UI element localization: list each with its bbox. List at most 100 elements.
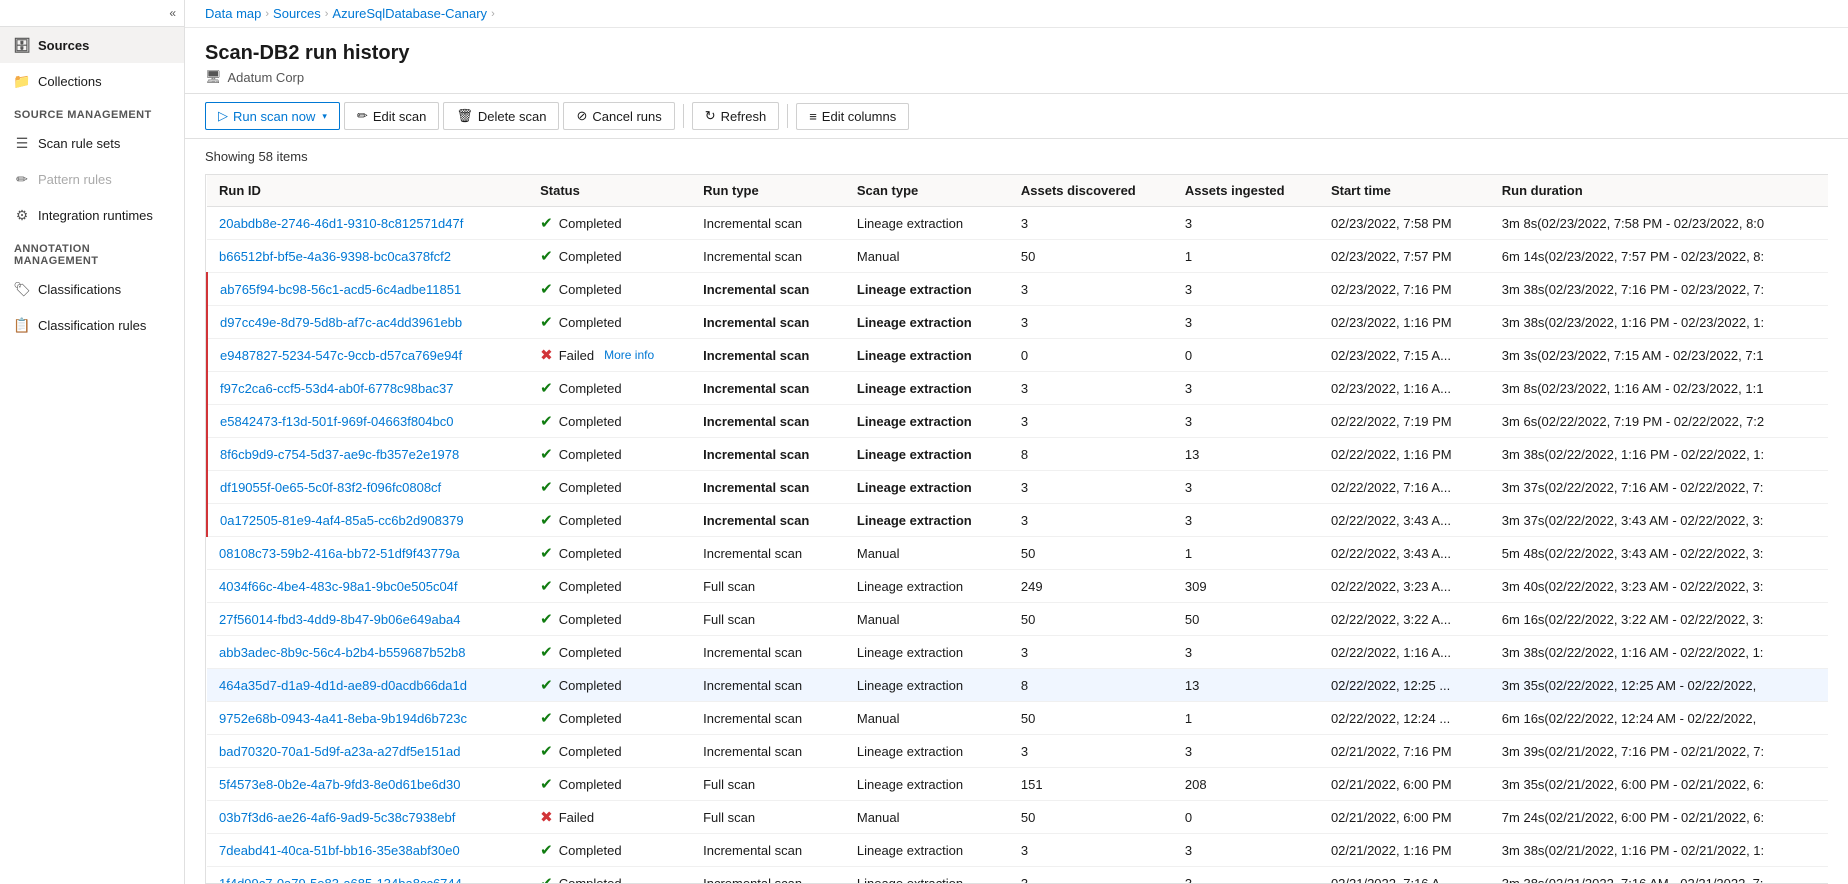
table-row[interactable]: 08108c73-59b2-416a-bb72-51df9f43779a✔Com… xyxy=(207,537,1828,570)
table-row[interactable]: 20abdb8e-2746-46d1-9310-8c812571d47f✔Com… xyxy=(207,207,1828,240)
run-id-link[interactable]: 8f6cb9d9-c754-5d37-ae9c-fb357e2e1978 xyxy=(220,447,459,462)
cell-run-id[interactable]: bad70320-70a1-5d9f-a23a-a27df5e151ad xyxy=(207,735,528,768)
cell-run-id[interactable]: b66512bf-bf5e-4a36-9398-bc0ca378fcf2 xyxy=(207,240,528,273)
cell-run-id[interactable]: 1f4d99c7-0a79-5e83-a685-134ba8cc6744 xyxy=(207,867,528,884)
table-row[interactable]: f97c2ca6-ccf5-53d4-ab0f-6778c98bac37✔Com… xyxy=(207,372,1828,405)
cell-run-type: Full scan xyxy=(691,768,845,801)
table-row[interactable]: b66512bf-bf5e-4a36-9398-bc0ca378fcf2✔Com… xyxy=(207,240,1828,273)
cancel-runs-button[interactable]: ⊘ Cancel runs xyxy=(563,102,674,130)
run-id-link[interactable]: e9487827-5234-547c-9ccb-d57ca769e94f xyxy=(220,348,462,363)
sidebar-item-collections[interactable]: 📁 Collections xyxy=(0,63,184,99)
sidebar-item-scan-rule-sets[interactable]: ☰ Scan rule sets xyxy=(0,125,184,161)
table-row[interactable]: 8f6cb9d9-c754-5d37-ae9c-fb357e2e1978✔Com… xyxy=(207,438,1828,471)
run-id-link[interactable]: 03b7f3d6-ae26-4af6-9ad9-5c38c7938ebf xyxy=(219,810,455,825)
cell-run-id[interactable]: 03b7f3d6-ae26-4af6-9ad9-5c38c7938ebf xyxy=(207,801,528,834)
sidebar-item-classifications[interactable]: 🏷 Classifications xyxy=(0,271,184,307)
col-scan-type: Scan type xyxy=(845,175,1009,207)
cell-run-duration: 3m 38s(02/22/2022, 1:16 PM - 02/22/2022,… xyxy=(1490,438,1828,471)
run-id-link[interactable]: e5842473-f13d-501f-969f-04663f804bc0 xyxy=(220,414,453,429)
cell-run-id[interactable]: 4034f66c-4be4-483c-98a1-9bc0e505c04f xyxy=(207,570,528,603)
run-id-link[interactable]: abb3adec-8b9c-56c4-b2b4-b559687b52b8 xyxy=(219,645,466,660)
cell-run-id[interactable]: 464a35d7-d1a9-4d1d-ae89-d0acdb66da1d xyxy=(207,669,528,702)
table-row[interactable]: 1f4d99c7-0a79-5e83-a685-134ba8cc6744✔Com… xyxy=(207,867,1828,884)
table-row[interactable]: ab765f94-bc98-56c1-acd5-6c4adbe11851✔Com… xyxy=(207,273,1828,306)
cell-run-id[interactable]: 0a172505-81e9-4af4-85a5-cc6b2d908379 xyxy=(207,504,528,537)
cell-run-id[interactable]: abb3adec-8b9c-56c4-b2b4-b559687b52b8 xyxy=(207,636,528,669)
run-id-link[interactable]: ab765f94-bc98-56c1-acd5-6c4adbe11851 xyxy=(220,282,461,297)
run-id-link[interactable]: 08108c73-59b2-416a-bb72-51df9f43779a xyxy=(219,546,460,561)
cell-assets-ingested: 3 xyxy=(1173,405,1319,438)
run-id-link[interactable]: 9752e68b-0943-4a41-8eba-9b194d6b723c xyxy=(219,711,467,726)
sidebar-item-integration-runtimes[interactable]: ⚙ Integration runtimes xyxy=(0,197,184,233)
cell-run-id[interactable]: 5f4573e8-0b2e-4a7b-9fd3-8e0d61be6d30 xyxy=(207,768,528,801)
sidebar-item-classification-rules[interactable]: 📋 Classification rules xyxy=(0,307,184,343)
cell-run-type: Incremental scan xyxy=(691,504,845,537)
table-row[interactable]: abb3adec-8b9c-56c4-b2b4-b559687b52b8✔Com… xyxy=(207,636,1828,669)
table-row[interactable]: 5f4573e8-0b2e-4a7b-9fd3-8e0d61be6d30✔Com… xyxy=(207,768,1828,801)
table-row[interactable]: 27f56014-fbd3-4dd9-8b47-9b06e649aba4✔Com… xyxy=(207,603,1828,636)
cell-run-type: Incremental scan xyxy=(691,306,845,339)
cell-assets-discovered: 3 xyxy=(1009,867,1173,884)
run-id-link[interactable]: d97cc49e-8d79-5d8b-af7c-ac4dd3961ebb xyxy=(220,315,462,330)
cell-run-id[interactable]: 27f56014-fbd3-4dd9-8b47-9b06e649aba4 xyxy=(207,603,528,636)
status-text: Completed xyxy=(559,513,622,528)
sidebar-item-pattern-rules[interactable]: ✏ Pattern rules xyxy=(0,161,184,197)
table-row[interactable]: d97cc49e-8d79-5d8b-af7c-ac4dd3961ebb✔Com… xyxy=(207,306,1828,339)
sidebar-item-sources[interactable]: 🗄 Sources xyxy=(0,27,184,63)
cell-run-id[interactable]: e9487827-5234-547c-9ccb-d57ca769e94f xyxy=(207,339,528,372)
run-id-link[interactable]: 1f4d99c7-0a79-5e83-a685-134ba8cc6744 xyxy=(219,876,462,884)
cell-run-id[interactable]: e5842473-f13d-501f-969f-04663f804bc0 xyxy=(207,405,528,438)
run-scan-button[interactable]: ▷ Run scan now ▾ xyxy=(205,102,340,130)
run-id-link[interactable]: 4034f66c-4be4-483c-98a1-9bc0e505c04f xyxy=(219,579,458,594)
cell-run-id[interactable]: d97cc49e-8d79-5d8b-af7c-ac4dd3961ebb xyxy=(207,306,528,339)
status-ok-icon: ✔ xyxy=(540,214,553,232)
edit-columns-button[interactable]: ≡ Edit columns xyxy=(796,103,909,130)
status-text: Completed xyxy=(559,282,622,297)
table-container[interactable]: Run ID Status Run type Scan type Assets … xyxy=(205,174,1828,884)
cell-run-id[interactable]: f97c2ca6-ccf5-53d4-ab0f-6778c98bac37 xyxy=(207,372,528,405)
run-id-link[interactable]: bad70320-70a1-5d9f-a23a-a27df5e151ad xyxy=(219,744,460,759)
cell-assets-discovered: 3 xyxy=(1009,372,1173,405)
cell-start-time: 02/23/2022, 7:16 PM xyxy=(1319,273,1490,306)
cell-status: ✔Completed xyxy=(528,504,691,537)
sidebar-item-label: Sources xyxy=(38,38,89,53)
table-row[interactable]: df19055f-0e65-5c0f-83f2-f096fc0808cf✔Com… xyxy=(207,471,1828,504)
cell-run-id[interactable]: 7deabd41-40ca-51bf-bb16-35e38abf30e0 xyxy=(207,834,528,867)
delete-scan-label: Delete scan xyxy=(478,109,547,124)
run-id-link[interactable]: df19055f-0e65-5c0f-83f2-f096fc0808cf xyxy=(220,480,441,495)
cell-run-id[interactable]: 20abdb8e-2746-46d1-9310-8c812571d47f xyxy=(207,207,528,240)
cell-scan-type: Lineage extraction xyxy=(845,570,1009,603)
table-row[interactable]: 4034f66c-4be4-483c-98a1-9bc0e505c04f✔Com… xyxy=(207,570,1828,603)
sidebar-collapse-button[interactable]: « xyxy=(0,0,184,27)
run-id-link[interactable]: 0a172505-81e9-4af4-85a5-cc6b2d908379 xyxy=(220,513,464,528)
run-id-link[interactable]: 464a35d7-d1a9-4d1d-ae89-d0acdb66da1d xyxy=(219,678,467,693)
run-id-link[interactable]: b66512bf-bf5e-4a36-9398-bc0ca378fcf2 xyxy=(219,249,451,264)
items-count: Showing 58 items xyxy=(205,149,1828,164)
more-info-link[interactable]: More info xyxy=(604,348,654,362)
refresh-button[interactable]: ↻ Refresh xyxy=(692,102,779,130)
cell-run-id[interactable]: df19055f-0e65-5c0f-83f2-f096fc0808cf xyxy=(207,471,528,504)
breadcrumb-datamap[interactable]: Data map xyxy=(205,6,261,21)
run-id-link[interactable]: f97c2ca6-ccf5-53d4-ab0f-6778c98bac37 xyxy=(220,381,453,396)
breadcrumb-database[interactable]: AzureSqlDatabase-Canary xyxy=(332,6,487,21)
table-row[interactable]: bad70320-70a1-5d9f-a23a-a27df5e151ad✔Com… xyxy=(207,735,1828,768)
cell-run-id[interactable]: 08108c73-59b2-416a-bb72-51df9f43779a xyxy=(207,537,528,570)
cell-run-id[interactable]: 8f6cb9d9-c754-5d37-ae9c-fb357e2e1978 xyxy=(207,438,528,471)
edit-scan-icon: ✏ xyxy=(357,108,368,124)
table-row[interactable]: 464a35d7-d1a9-4d1d-ae89-d0acdb66da1d✔Com… xyxy=(207,669,1828,702)
run-id-link[interactable]: 20abdb8e-2746-46d1-9310-8c812571d47f xyxy=(219,216,463,231)
delete-scan-button[interactable]: 🗑 Delete scan xyxy=(443,102,559,130)
run-id-link[interactable]: 27f56014-fbd3-4dd9-8b47-9b06e649aba4 xyxy=(219,612,460,627)
table-row[interactable]: 7deabd41-40ca-51bf-bb16-35e38abf30e0✔Com… xyxy=(207,834,1828,867)
run-id-link[interactable]: 7deabd41-40ca-51bf-bb16-35e38abf30e0 xyxy=(219,843,460,858)
edit-scan-button[interactable]: ✏ Edit scan xyxy=(344,102,439,130)
run-id-link[interactable]: 5f4573e8-0b2e-4a7b-9fd3-8e0d61be6d30 xyxy=(219,777,460,792)
breadcrumb-sources[interactable]: Sources xyxy=(273,6,321,21)
table-row[interactable]: 0a172505-81e9-4af4-85a5-cc6b2d908379 ✔Com… xyxy=(207,504,1828,537)
table-row[interactable]: e5842473-f13d-501f-969f-04663f804bc0✔Com… xyxy=(207,405,1828,438)
cell-run-id[interactable]: ab765f94-bc98-56c1-acd5-6c4adbe11851 xyxy=(207,273,528,306)
table-row[interactable]: e9487827-5234-547c-9ccb-d57ca769e94f✖Fai… xyxy=(207,339,1828,372)
table-row[interactable]: 03b7f3d6-ae26-4af6-9ad9-5c38c7938ebf✖Fai… xyxy=(207,801,1828,834)
cell-run-id[interactable]: 9752e68b-0943-4a41-8eba-9b194d6b723c xyxy=(207,702,528,735)
table-row[interactable]: 9752e68b-0943-4a41-8eba-9b194d6b723c✔Com… xyxy=(207,702,1828,735)
